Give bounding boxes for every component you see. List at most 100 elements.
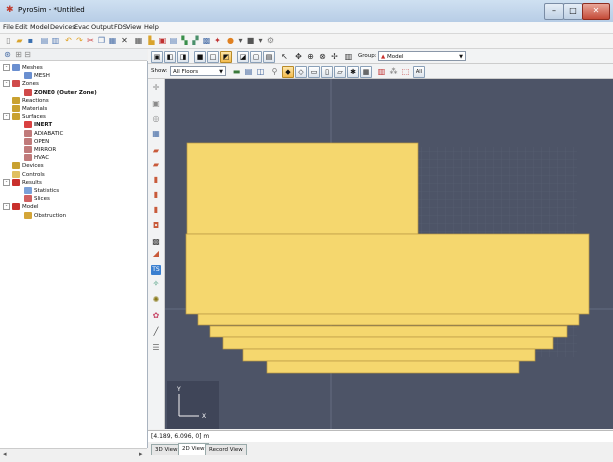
tree-item[interactable]: MIRROR: [15, 146, 56, 154]
cut-icon[interactable]: ✂: [86, 36, 95, 45]
new-file-icon[interactable]: ▯: [4, 36, 13, 45]
evac-icon[interactable]: ✦: [213, 36, 222, 45]
show-textures-icon[interactable]: ▥: [377, 67, 386, 76]
render-solid-icon[interactable]: ■: [194, 51, 206, 63]
obstruction-step-4[interactable]: [242, 348, 536, 362]
tree-item[interactable]: - Results: [3, 178, 42, 187]
tab-2d-view[interactable]: 2D View: [178, 443, 209, 455]
menu-fds[interactable]: FDS: [114, 23, 127, 31]
tree-expander-icon[interactable]: -: [3, 64, 10, 71]
obstruction-block-top[interactable]: [186, 142, 419, 235]
obstruction-step-2[interactable]: [209, 325, 568, 338]
measure-icon[interactable]: ╱: [151, 327, 161, 337]
render-wire-icon[interactable]: ▢: [250, 51, 262, 63]
show-meshes-icon[interactable]: ▦: [360, 66, 372, 78]
show-walls-icon[interactable]: ▯: [321, 66, 333, 78]
render-texture-icon[interactable]: ◩: [220, 51, 232, 63]
tree-item[interactable]: Controls: [3, 170, 45, 179]
obstruction-step-3[interactable]: [222, 336, 554, 350]
device-tool-icon[interactable]: ✧: [151, 279, 161, 289]
expand-all-icon[interactable]: ⊞: [14, 50, 23, 59]
render-smooth-icon[interactable]: ◪: [237, 51, 249, 63]
tree-expander-icon[interactable]: -: [3, 178, 10, 186]
tree-item[interactable]: - Surfaces: [3, 113, 46, 121]
vent-icon[interactable]: ▰: [151, 146, 161, 156]
close-button[interactable]: ✕: [582, 3, 610, 20]
tree-item[interactable]: OPEN: [15, 137, 49, 146]
tree-expander-icon[interactable]: -: [3, 80, 10, 88]
run-parallel-icon[interactable]: ▣: [158, 36, 167, 45]
group-select[interactable]: ▲ Model ▼: [378, 51, 466, 61]
tree-item[interactable]: MESH: [15, 72, 50, 80]
show-devices-icon[interactable]: ✱: [347, 66, 359, 78]
settings-icon[interactable]: ⚙: [266, 36, 275, 45]
select-tool-icon[interactable]: ↖: [280, 52, 289, 61]
tree-item[interactable]: HVAC: [15, 154, 49, 162]
stop-icon[interactable]: ■: [246, 36, 255, 45]
grid-tool-icon[interactable]: ▩: [151, 237, 161, 247]
menu-devices[interactable]: Devices: [50, 23, 76, 31]
save-icon[interactable]: ▪: [26, 36, 35, 45]
tree-item[interactable]: - Zones: [3, 80, 39, 88]
tree-item[interactable]: Statistics: [15, 187, 59, 195]
tree-item[interactable]: - Model: [3, 203, 39, 211]
zoom-box-icon[interactable]: ⊗: [318, 52, 327, 61]
obstruction-tool-icon[interactable]: ▮: [151, 205, 161, 215]
grid-icon[interactable]: ▦: [134, 36, 143, 45]
dropdown-arrow-icon[interactable]: ▾: [256, 36, 265, 45]
dropdown-arrow-icon[interactable]: ▾: [236, 36, 245, 45]
tree-item[interactable]: Slices: [15, 195, 50, 203]
wall-icon[interactable]: ▮: [151, 175, 161, 185]
redo-icon[interactable]: ↷: [75, 36, 84, 45]
tree-item[interactable]: Obstruction: [15, 211, 66, 220]
maximize-button[interactable]: □: [563, 3, 583, 20]
view-top-icon[interactable]: ◨: [177, 51, 189, 63]
tree-item[interactable]: Reactions: [3, 96, 49, 105]
fill-icon[interactable]: ◢: [151, 249, 161, 259]
minimize-button[interactable]: –: [544, 3, 564, 20]
tree-item[interactable]: - Meshes: [3, 64, 43, 72]
block-icon[interactable]: ▮: [151, 190, 161, 200]
particle-icon[interactable]: ✿: [151, 311, 161, 321]
delete-icon[interactable]: ✕: [120, 36, 129, 45]
tree-item[interactable]: ZONE0 (Outer Zone): [15, 88, 97, 97]
copy-icon[interactable]: ❐: [97, 36, 106, 45]
zoom-tool-icon[interactable]: ⊕: [306, 52, 315, 61]
show-obstructions-icon[interactable]: ◆: [282, 66, 294, 78]
tree-item[interactable]: Materials: [3, 105, 47, 113]
hole-icon[interactable]: ◘: [151, 221, 161, 231]
obstruction-step-1[interactable]: [197, 313, 580, 326]
center-tool-icon[interactable]: ✢: [330, 52, 339, 61]
menu-help[interactable]: Help: [144, 23, 159, 31]
view-side-icon[interactable]: ◧: [164, 51, 176, 63]
grid-toggle-icon[interactable]: ▥: [344, 52, 353, 61]
floor-list-icon[interactable]: ▤: [244, 67, 253, 76]
filter-icon[interactable]: ⊛: [3, 50, 12, 59]
text-icon[interactable]: TS: [151, 265, 161, 275]
tree-item[interactable]: INERT: [15, 121, 52, 129]
menu-file[interactable]: File: [3, 23, 14, 31]
record-icon[interactable]: ●: [226, 36, 235, 45]
select-icon[interactable]: ✛: [151, 83, 161, 93]
ruler-icon[interactable]: ☰: [151, 343, 161, 353]
show-grid-icon[interactable]: ⬚: [401, 67, 410, 76]
view-front-icon[interactable]: ▣: [151, 51, 163, 63]
plot-icon[interactable]: ▩: [202, 36, 211, 45]
menu-view[interactable]: View: [126, 23, 141, 31]
open-folder-icon[interactable]: ▰: [15, 36, 24, 45]
collapse-all-icon[interactable]: ⊟: [23, 50, 32, 59]
floor-props-icon[interactable]: ◫: [256, 67, 265, 76]
obstruction-step-5[interactable]: [266, 360, 520, 374]
menu-output[interactable]: Output: [91, 23, 114, 31]
menu-evac[interactable]: Evac: [74, 23, 90, 31]
menu-model[interactable]: Model: [30, 23, 50, 31]
smokeview-icon[interactable]: ▚: [180, 36, 189, 45]
sensor-icon[interactable]: ✺: [151, 295, 161, 305]
pan-tool-icon[interactable]: ✥: [294, 52, 303, 61]
export-icon[interactable]: ▥: [51, 36, 60, 45]
new-mesh-icon[interactable]: ▦: [151, 129, 161, 139]
tree-item[interactable]: ADIABATIC: [15, 129, 63, 138]
tree-expander-icon[interactable]: -: [3, 113, 10, 121]
tab-3d-view[interactable]: 3D View: [151, 444, 182, 455]
obstruction-block-wide[interactable]: [185, 233, 590, 315]
